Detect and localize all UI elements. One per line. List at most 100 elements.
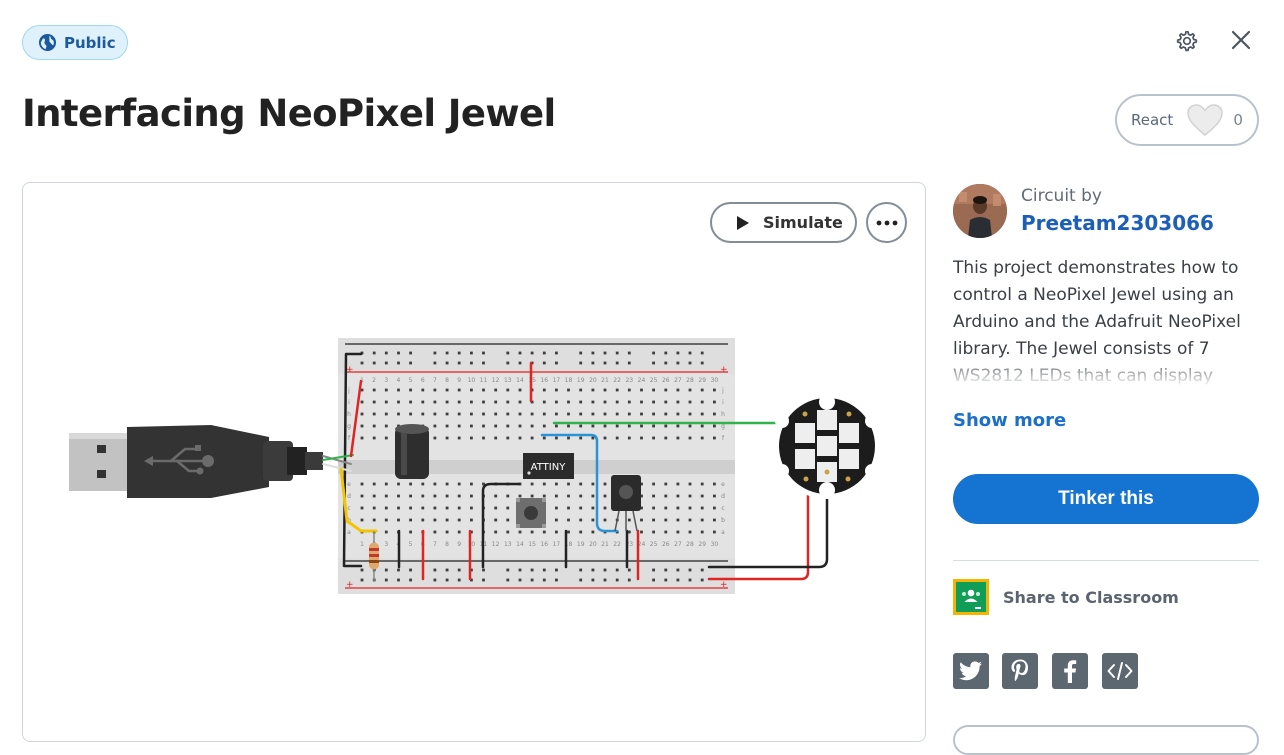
breadboard-column-label: 22 [613,541,621,548]
react-button[interactable]: React 0 [1115,94,1259,146]
breadboard-row-label: d [347,493,351,500]
breadboard-column-label: 15 [528,541,536,548]
breadboard-column-label: 8 [445,541,449,548]
page-title: Interfacing NeoPixel Jewel [22,92,556,135]
breadboard-column-label: 19 [577,377,585,384]
facebook-icon [1064,660,1077,683]
breadboard-column-label: 26 [662,541,670,548]
breadboard-column-label: 16 [540,377,548,384]
embed-code-button[interactable] [1102,653,1138,689]
breadboard-row-label: b [721,517,725,524]
breadboard-column-label: 6 [421,377,425,384]
breadboard-row-label: e [347,481,351,488]
breadboard-row-label: c [347,505,350,512]
share-pinterest-button[interactable] [1002,653,1038,689]
svg-text:+: + [346,580,354,590]
breadboard-column-label: 27 [674,377,682,384]
breadboard-column-label: 11 [480,377,488,384]
breadboard-column-label: 7 [433,377,437,384]
breadboard-column-label: 16 [540,541,548,548]
author-link[interactable]: Preetam2303066 [1021,211,1214,235]
play-icon [737,215,749,230]
breadboard-column-label: 12 [492,541,500,548]
breadboard-row-label: d [721,493,725,500]
svg-text:+: + [720,580,728,590]
globe-icon [38,33,57,52]
divider [953,560,1259,561]
breadboard-column-label: 25 [650,541,658,548]
tinker-this-button[interactable]: Tinker this [953,474,1259,524]
breadboard-row-label: h [347,411,351,418]
google-classroom-icon [953,579,989,615]
breadboard-row-label: a [347,529,351,536]
breadboard-column-label: 10 [468,377,476,384]
gear-icon [1175,29,1199,57]
avatar[interactable] [953,184,1007,238]
breadboard-column-label: 4 [396,377,400,384]
breadboard-column-label: 25 [650,377,658,384]
breadboard-column-label: 29 [698,377,706,384]
breadboard-column-label: 3 [384,541,388,548]
breadboard-column-label: 5 [409,541,413,548]
breadboard-row-label: j [347,387,350,394]
close-button[interactable] [1226,27,1256,57]
circuit-viewer[interactable]: + + + + 11223344556677889910101111121213… [22,182,926,742]
breadboard-row-label: a [721,529,725,536]
react-label: React [1131,111,1174,129]
capacitor-icon [395,424,429,479]
breadboard-column-label: 20 [589,377,597,384]
breadboard-column-label: 17 [553,377,561,384]
circuit-canvas: + + + + 11223344556677889910101111121213… [69,338,880,594]
breadboard-column-label: 24 [638,377,646,384]
pinterest-icon [1011,659,1028,682]
breadboard-column-label: 17 [553,541,561,548]
breadboard-column-label: 30 [711,541,719,548]
close-icon [1230,29,1252,55]
breadboard-column-label: 21 [601,377,609,384]
breadboard-column-label: 18 [565,377,573,384]
share-classroom-button[interactable]: Share to Classroom [953,579,1179,615]
breadboard-column-label: 2 [372,377,376,384]
breadboard-column-label: 14 [516,541,524,548]
breadboard-column-label: 12 [492,377,500,384]
pushbutton-icon [516,498,546,528]
breadboard-column-label: 22 [613,377,621,384]
twitter-icon [959,661,982,681]
secondary-button[interactable] [953,725,1259,755]
breadboard-column-label: 28 [686,541,694,548]
visibility-badge[interactable]: Public [22,25,128,60]
usb-connector-icon [69,425,323,498]
share-facebook-button[interactable] [1052,653,1088,689]
breadboard-column-label: 30 [711,377,719,384]
breadboard-column-label: 5 [409,377,413,384]
breadboard-column-label: 9 [457,377,461,384]
settings-button[interactable] [1172,28,1202,58]
breadboard-column-label: 14 [516,377,524,384]
breadboard-column-label: 3 [384,377,388,384]
breadboard-column-label: 23 [625,377,633,384]
svg-text:+: + [720,365,728,375]
simulate-button[interactable]: Simulate [710,202,857,243]
breadboard-column-label: 8 [445,377,449,384]
breadboard-column-label: 13 [504,377,512,384]
description-fade [953,355,1259,387]
breadboard-column-label: 21 [601,541,609,548]
show-more-link[interactable]: Show more [953,410,1066,431]
share-twitter-button[interactable] [953,653,989,689]
breadboard-row-label: g [347,423,351,430]
more-options-button[interactable] [866,202,907,243]
share-classroom-label: Share to Classroom [1003,587,1179,607]
breadboard-column-label: 27 [674,541,682,548]
breadboard-row-label: j [721,387,724,394]
attiny-chip: ATTINY [523,453,574,479]
react-count: 0 [1233,111,1243,129]
breadboard-column-label: 19 [577,541,585,548]
heart-icon [1187,104,1224,136]
breadboard-row-label: c [721,505,724,512]
neopixel-jewel-icon [774,393,880,499]
breadboard-row-label: e [721,481,725,488]
breadboard-column-label: 26 [662,377,670,384]
breadboard-row-label: h [721,411,725,418]
breadboard-column-label: 9 [457,541,461,548]
breadboard-column-label: 20 [589,541,597,548]
